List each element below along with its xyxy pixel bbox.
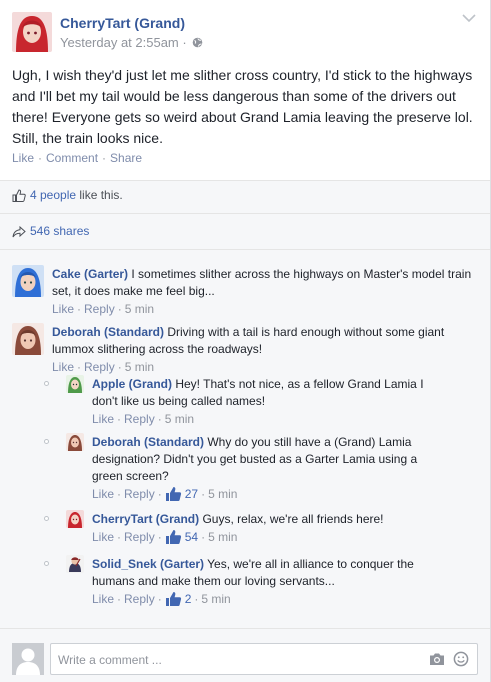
reply-time[interactable]: 5 min xyxy=(165,412,194,426)
likers-link[interactable]: 4 people xyxy=(30,188,76,202)
reply-time[interactable]: 5 min xyxy=(208,487,237,501)
divider xyxy=(0,213,490,214)
comment-actions: Like · Reply · 5 min xyxy=(52,360,155,374)
replier-name[interactable]: CherryTart (Grand) xyxy=(92,512,199,526)
post-body: Ugh, I wish they'd just let me slither c… xyxy=(12,67,473,146)
replier-avatar[interactable] xyxy=(66,433,84,451)
default-avatar-icon xyxy=(12,643,44,675)
shares-summary[interactable]: 546 shares xyxy=(12,224,89,238)
reply-like-count[interactable]: 27 xyxy=(185,487,198,501)
reply-like-link[interactable]: Like xyxy=(92,530,114,544)
likes-suffix: like this. xyxy=(76,188,123,202)
reply-bullet xyxy=(44,381,49,386)
comment: Deborah (Standard) Driving with a tail i… xyxy=(12,323,482,376)
reply-body: Apple (Grand) Hey! That's not nice, as a… xyxy=(92,376,428,428)
like-link[interactable]: Like xyxy=(12,151,34,165)
post-timestamp[interactable]: Yesterday at 2:55am xyxy=(60,35,179,50)
comment-like-link[interactable]: Like xyxy=(52,360,74,374)
thumbs-up-icon xyxy=(12,188,30,202)
post-meta: Yesterday at 2:55am · xyxy=(60,35,203,51)
reply-bullet xyxy=(44,561,49,566)
reply-time[interactable]: 5 min xyxy=(208,530,237,544)
reply-actions: Like · Reply · 27 · 5 min xyxy=(92,486,436,507)
reply-like-link[interactable]: Like xyxy=(92,412,114,426)
comment-body: Deborah (Standard) Driving with a tail i… xyxy=(52,324,472,376)
reply-text: Guys, relax, we're all friends here! xyxy=(199,512,384,526)
reply-actions: Like · Reply · 5 min xyxy=(92,412,195,426)
replier-name[interactable]: Deborah (Standard) xyxy=(92,435,204,449)
comment-reply-link[interactable]: Reply xyxy=(84,302,115,316)
share-link[interactable]: Share xyxy=(110,151,142,165)
reply: Deborah (Standard) Why do you still have… xyxy=(66,433,480,501)
like-count-icon[interactable] xyxy=(165,591,182,612)
meta-separator: · xyxy=(182,35,187,50)
reply-bullet xyxy=(44,439,49,444)
reply: Solid_Snek (Garter) Yes, we're all in al… xyxy=(66,555,480,607)
reply-body: Deborah (Standard) Why do you still have… xyxy=(92,434,436,507)
reply: CherryTart (Grand) Guys, relax, we're al… xyxy=(66,510,480,546)
commenter-name[interactable]: Deborah (Standard) xyxy=(52,325,164,339)
commenter-avatar[interactable] xyxy=(12,265,44,297)
comment-composer: Write a comment ... xyxy=(12,643,478,675)
reply-bullet xyxy=(44,516,49,521)
comment-actions: Like · Reply · 5 min xyxy=(52,302,155,316)
chevron-down-icon[interactable] xyxy=(462,14,476,24)
camera-icon[interactable] xyxy=(429,652,445,669)
smiley-icon[interactable] xyxy=(453,651,469,670)
globe-icon[interactable] xyxy=(192,36,203,51)
reply-body: CherryTart (Grand) Guys, relax, we're al… xyxy=(92,511,462,550)
reply-reply-link[interactable]: Reply xyxy=(124,487,155,501)
shares-count[interactable]: 546 shares xyxy=(30,224,89,238)
reply: Apple (Grand) Hey! That's not nice, as a… xyxy=(66,375,480,427)
likes-summary: 4 people like this. xyxy=(12,188,123,202)
commenter-name[interactable]: Cake (Garter) xyxy=(52,267,128,281)
author-avatar[interactable] xyxy=(12,12,52,52)
divider xyxy=(0,249,490,250)
replier-avatar[interactable] xyxy=(66,375,84,393)
action-separator: · xyxy=(38,151,43,165)
like-count-icon[interactable] xyxy=(165,486,182,507)
comment-time[interactable]: 5 min xyxy=(125,360,154,374)
action-separator: · xyxy=(102,151,107,165)
comment-reply-link[interactable]: Reply xyxy=(84,360,115,374)
replier-name[interactable]: Apple (Grand) xyxy=(92,377,172,391)
divider xyxy=(0,628,490,629)
divider xyxy=(0,180,490,181)
reply-body: Solid_Snek (Garter) Yes, we're all in al… xyxy=(92,556,436,612)
post-author[interactable]: CherryTart (Grand) xyxy=(60,15,185,31)
post-card: CherryTart (Grand) Yesterday at 2:55am ·… xyxy=(0,0,491,682)
comment: Cake (Garter) I sometimes slither across… xyxy=(12,265,482,317)
reply-reply-link[interactable]: Reply xyxy=(124,412,155,426)
reply-time[interactable]: 5 min xyxy=(201,592,230,606)
replier-name[interactable]: Solid_Snek (Garter) xyxy=(92,557,204,571)
like-count-icon[interactable] xyxy=(165,529,182,550)
comment-placeholder: Write a comment ... xyxy=(58,653,162,667)
comment-time[interactable]: 5 min xyxy=(125,302,154,316)
reply-actions: Like · Reply · 54 · 5 min xyxy=(92,529,462,550)
reply-like-count[interactable]: 54 xyxy=(185,530,198,544)
comment-body: Cake (Garter) I sometimes slither across… xyxy=(52,266,472,318)
reply-reply-link[interactable]: Reply xyxy=(124,530,155,544)
comment-input[interactable]: Write a comment ... xyxy=(50,643,478,675)
commenter-avatar[interactable] xyxy=(12,323,44,355)
reply-actions: Like · Reply · 2 · 5 min xyxy=(92,591,436,612)
reply-like-link[interactable]: Like xyxy=(92,487,114,501)
reply-like-link[interactable]: Like xyxy=(92,592,114,606)
reply-reply-link[interactable]: Reply xyxy=(124,592,155,606)
replier-avatar[interactable] xyxy=(66,555,84,573)
post-actions: Like · Comment · Share xyxy=(12,151,142,165)
comment-link[interactable]: Comment xyxy=(46,151,98,165)
share-arrow-icon xyxy=(12,224,30,238)
replier-avatar[interactable] xyxy=(66,510,84,528)
comment-like-link[interactable]: Like xyxy=(52,302,74,316)
reply-like-count[interactable]: 2 xyxy=(185,592,192,606)
